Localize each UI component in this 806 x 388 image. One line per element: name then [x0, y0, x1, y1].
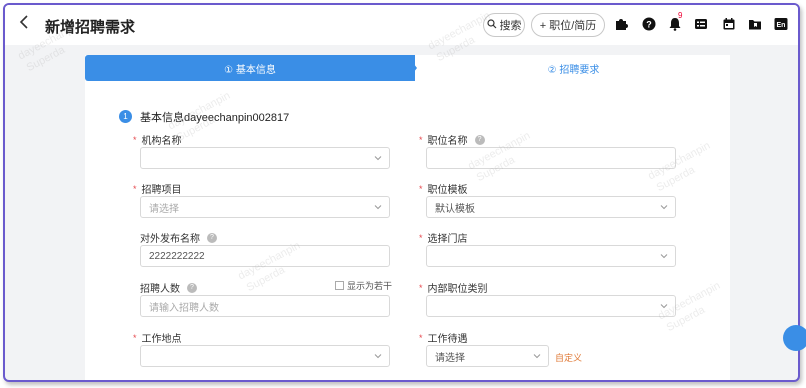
step-recruit-requirements[interactable]: ② 招聘要求 — [417, 55, 730, 81]
public-name-label-text: 对外发布名称 — [140, 234, 200, 245]
work-location-label: * 工作地点 — [133, 330, 182, 346]
show-as-several-label: 显示为若干 — [347, 281, 393, 291]
position-template-label: * 职位模板 — [419, 181, 468, 197]
puzzle-icon[interactable] — [613, 16, 629, 32]
position-name-label-text: 职位名称 — [427, 136, 468, 147]
page-title: 新增招聘需求 — [45, 19, 136, 36]
job-resume-label: + 职位/简历 — [539, 20, 597, 32]
recruit-project-placeholder: 请选择 — [149, 203, 179, 215]
chevron-down-icon — [374, 203, 382, 211]
org-name-label-text: 机构名称 — [141, 136, 182, 147]
chevron-down-icon — [533, 352, 541, 360]
watermark: Superda — [24, 43, 67, 75]
headcount-input[interactable]: 请输入招聘人数 — [140, 295, 390, 317]
job-resume-button[interactable]: + 职位/简历 — [531, 13, 605, 37]
position-template-select[interactable]: 默认模板 — [426, 196, 676, 218]
svg-text:En: En — [777, 22, 786, 29]
org-name-select[interactable] — [140, 147, 390, 169]
position-name-label: * 职位名称 ? — [419, 132, 485, 147]
chevron-down-icon — [374, 154, 382, 162]
headcount-label: 招聘人数 ? — [140, 280, 197, 295]
bookmark-folder-icon[interactable] — [747, 16, 763, 32]
step-recruit-requirements-label: ② 招聘要求 — [547, 64, 600, 76]
internal-category-label-text: 内部职位类别 — [427, 284, 488, 295]
work-location-label-text: 工作地点 — [141, 334, 182, 345]
chevron-down-icon — [660, 252, 668, 260]
checkbox-box[interactable] — [335, 281, 344, 290]
work-benefits-placeholder: 请选择 — [435, 352, 465, 364]
back-icon[interactable] — [19, 15, 35, 33]
public-name-value: 2222222222 — [149, 250, 205, 262]
top-bar: 新增招聘需求 搜索 + 职位/简历 ? 9 En — [5, 5, 798, 45]
required-mark: * — [133, 134, 137, 145]
step-basic-info[interactable]: ① 基本信息 — [85, 55, 415, 81]
svg-text:?: ? — [646, 20, 652, 30]
position-template-label-text: 职位模板 — [427, 185, 468, 196]
app-window: 新增招聘需求 搜索 + 职位/简历 ? 9 En ① 基本信息 ② 招聘要求 1… — [3, 3, 800, 382]
notification-badge: 9 — [678, 11, 683, 20]
search-icon — [486, 18, 497, 32]
custom-link[interactable]: 自定义 — [555, 351, 582, 364]
list-card-icon[interactable] — [693, 16, 709, 32]
section-number: 1 — [119, 110, 132, 123]
work-location-select[interactable] — [140, 345, 390, 367]
calendar-icon[interactable] — [721, 16, 737, 32]
help-circle-icon[interactable]: ? — [187, 282, 197, 293]
public-name-input[interactable]: 2222222222 — [140, 245, 390, 267]
required-mark: * — [133, 332, 137, 343]
recruit-project-label: * 招聘项目 — [133, 181, 182, 197]
internal-category-select[interactable] — [426, 295, 676, 317]
position-name-input[interactable] — [426, 147, 676, 169]
work-benefits-label: * 工作待遇 — [419, 330, 468, 346]
step-progress: ① 基本信息 ② 招聘要求 — [85, 55, 730, 81]
store-select[interactable] — [426, 245, 676, 267]
section-title: 基本信息dayeechanpin002817 — [140, 112, 290, 124]
work-benefits-label-text: 工作待遇 — [427, 334, 468, 345]
chevron-down-icon — [660, 203, 668, 211]
work-benefits-select[interactable]: 请选择 — [426, 345, 549, 367]
recruit-project-label-text: 招聘项目 — [141, 185, 182, 196]
org-name-label: * 机构名称 — [133, 132, 182, 148]
help-icon[interactable]: ? — [641, 16, 657, 32]
store-label: * 选择门店 — [419, 230, 468, 246]
step-arrow — [407, 55, 417, 81]
required-mark: * — [419, 232, 423, 243]
help-circle-icon[interactable]: ? — [474, 134, 485, 145]
headcount-placeholder: 请输入招聘人数 — [149, 302, 219, 314]
show-as-several-checkbox[interactable]: 显示为若干 — [335, 279, 392, 292]
required-mark: * — [133, 183, 137, 194]
chevron-down-icon — [374, 352, 382, 360]
chevron-down-icon — [660, 302, 668, 310]
search-button[interactable]: 搜索 — [483, 13, 525, 37]
step-basic-info-label: ① 基本信息 — [224, 64, 276, 76]
recruit-project-select[interactable]: 请选择 — [140, 196, 390, 218]
position-template-value: 默认模板 — [435, 203, 475, 215]
search-label: 搜索 — [499, 20, 522, 32]
required-mark: * — [419, 183, 423, 194]
required-mark: * — [419, 282, 423, 293]
store-label-text: 选择门店 — [427, 234, 468, 245]
required-mark: * — [419, 332, 423, 343]
headcount-label-text: 招聘人数 — [140, 284, 180, 295]
language-toggle[interactable]: En — [773, 16, 789, 32]
public-name-label: 对外发布名称 ? — [140, 230, 217, 245]
form-panel: ① 基本信息 ② 招聘要求 1 基本信息dayeechanpin002817 *… — [85, 55, 730, 380]
floating-action-button[interactable] — [783, 325, 806, 351]
internal-category-label: * 内部职位类别 — [419, 280, 488, 296]
help-circle-icon[interactable]: ? — [207, 232, 217, 243]
required-mark: * — [419, 134, 423, 145]
